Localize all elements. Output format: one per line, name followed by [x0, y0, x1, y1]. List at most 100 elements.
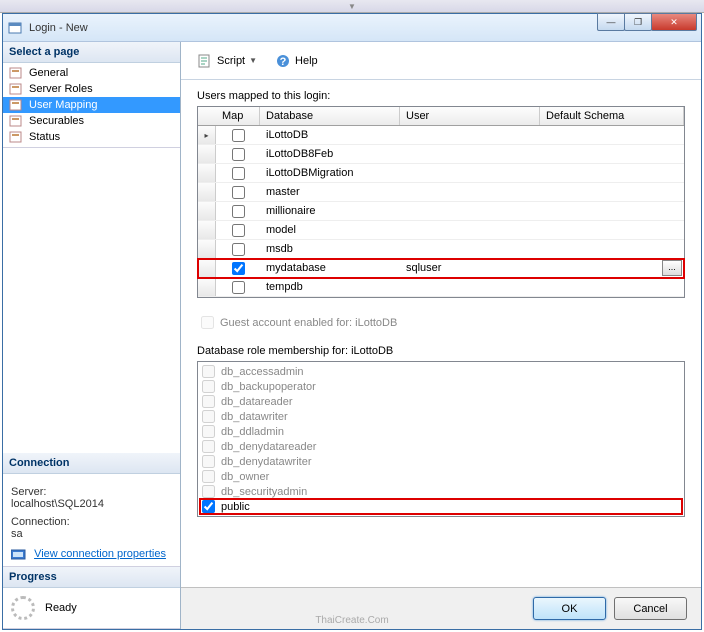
role-label: db_backupoperator — [221, 381, 316, 393]
map-checkbox[interactable] — [232, 129, 245, 142]
page-icon — [9, 98, 25, 112]
cell-database[interactable]: iLottoDB8Feb — [260, 145, 400, 163]
col-user[interactable]: User — [400, 107, 540, 125]
table-row[interactable]: ▸ iLottoDB — [198, 126, 684, 145]
view-connection-properties-link[interactable]: View connection properties — [34, 548, 166, 560]
sidebar-page-securables[interactable]: Securables — [3, 113, 180, 129]
role-label: db_owner — [221, 471, 269, 483]
col-map[interactable]: Map — [216, 107, 260, 125]
cell-default-schema[interactable] — [540, 183, 684, 201]
role-checkbox — [202, 425, 215, 438]
row-header[interactable] — [198, 164, 216, 182]
cell-user[interactable] — [400, 278, 540, 296]
cell-default-schema[interactable] — [540, 278, 684, 296]
role-item-db_securityadmin: db_securityadmin — [200, 484, 682, 499]
table-row[interactable]: mydatabase sqluser ... — [198, 259, 684, 278]
map-checkbox[interactable] — [232, 224, 245, 237]
cell-default-schema[interactable] — [540, 126, 684, 144]
script-button[interactable]: Script ▼ — [191, 51, 263, 71]
titlebar[interactable]: Login - New — ❐ ✕ — [3, 14, 701, 42]
role-label: db_ddladmin — [221, 426, 284, 438]
row-header[interactable] — [198, 240, 216, 258]
map-checkbox[interactable] — [232, 281, 245, 294]
map-checkbox[interactable] — [232, 205, 245, 218]
table-row[interactable]: millionaire — [198, 202, 684, 221]
cell-database[interactable]: tempdb — [260, 278, 400, 296]
minimize-button[interactable]: — — [597, 13, 625, 31]
cell-database[interactable]: iLottoDB — [260, 126, 400, 144]
ok-button[interactable]: OK — [533, 597, 606, 620]
map-checkbox[interactable] — [232, 262, 245, 275]
role-label: db_denydatareader — [221, 441, 316, 453]
table-row[interactable]: model — [198, 221, 684, 240]
help-icon: ? — [275, 53, 291, 69]
row-header[interactable] — [198, 278, 216, 296]
table-row[interactable]: iLottoDB8Feb — [198, 145, 684, 164]
cell-user[interactable] — [400, 164, 540, 182]
cell-database[interactable]: msdb — [260, 240, 400, 258]
cell-user[interactable]: sqluser — [400, 259, 540, 277]
table-row[interactable]: master — [198, 183, 684, 202]
sidebar-page-server-roles[interactable]: Server Roles — [3, 81, 180, 97]
cancel-button[interactable]: Cancel — [614, 597, 687, 620]
table-row[interactable]: msdb — [198, 240, 684, 259]
row-header[interactable] — [198, 221, 216, 239]
table-row[interactable]: iLottoDBMigration — [198, 164, 684, 183]
map-checkbox[interactable] — [232, 243, 245, 256]
role-checkbox[interactable] — [202, 500, 215, 513]
cell-default-schema[interactable] — [540, 164, 684, 182]
cell-user[interactable] — [400, 126, 540, 144]
cell-database[interactable]: mydatabase — [260, 259, 400, 277]
role-label: db_securityadmin — [221, 486, 307, 498]
cell-user[interactable] — [400, 240, 540, 258]
map-checkbox[interactable] — [232, 148, 245, 161]
cell-default-schema[interactable] — [540, 221, 684, 239]
row-header[interactable] — [198, 259, 216, 277]
cell-user[interactable] — [400, 145, 540, 163]
close-button[interactable]: ✕ — [651, 13, 697, 31]
cell-user[interactable] — [400, 183, 540, 201]
cell-default-schema[interactable]: ... — [540, 259, 684, 277]
guest-account-checkbox — [201, 316, 214, 329]
cell-database[interactable]: model — [260, 221, 400, 239]
roles-list[interactable]: db_accessadmindb_backupoperatordb_datare… — [197, 361, 685, 517]
cell-database[interactable]: master — [260, 183, 400, 201]
col-database[interactable]: Database — [260, 107, 400, 125]
row-header[interactable] — [198, 145, 216, 163]
role-item-db_datawriter: db_datawriter — [200, 409, 682, 424]
role-label: public — [221, 501, 250, 513]
cell-database[interactable]: iLottoDBMigration — [260, 164, 400, 182]
progress-status: Ready — [45, 602, 77, 614]
role-checkbox — [202, 455, 215, 468]
map-checkbox[interactable] — [232, 167, 245, 180]
cell-user[interactable] — [400, 221, 540, 239]
row-header[interactable] — [198, 202, 216, 220]
table-row[interactable]: tempdb — [198, 278, 684, 297]
cell-default-schema[interactable] — [540, 202, 684, 220]
help-button[interactable]: ? Help — [269, 51, 324, 71]
role-item-db_datareader: db_datareader — [200, 394, 682, 409]
cell-database[interactable]: millionaire — [260, 202, 400, 220]
sidebar-page-user-mapping[interactable]: User Mapping — [3, 97, 180, 113]
progress-spinner-icon — [11, 596, 35, 620]
map-checkbox[interactable] — [232, 186, 245, 199]
browse-schema-button[interactable]: ... — [662, 260, 682, 276]
script-icon — [197, 53, 213, 69]
role-checkbox — [202, 380, 215, 393]
role-item-db_owner: db_owner — [200, 469, 682, 484]
col-default-schema[interactable]: Default Schema — [540, 107, 684, 125]
row-header[interactable]: ▸ — [198, 126, 216, 144]
roles-label: Database role membership for: iLottoDB — [197, 345, 685, 357]
row-header[interactable] — [198, 183, 216, 201]
cell-default-schema[interactable] — [540, 145, 684, 163]
svg-text:?: ? — [280, 56, 287, 68]
role-checkbox — [202, 485, 215, 498]
cell-user[interactable] — [400, 202, 540, 220]
role-item-public[interactable]: public — [200, 499, 682, 514]
sidebar-page-general[interactable]: General — [3, 65, 180, 81]
cell-default-schema[interactable] — [540, 240, 684, 258]
maximize-button[interactable]: ❐ — [624, 13, 652, 31]
sidebar-page-status[interactable]: Status — [3, 129, 180, 145]
users-mapped-grid[interactable]: Map Database User Default Schema ▸ iLott… — [197, 106, 685, 298]
role-checkbox — [202, 440, 215, 453]
